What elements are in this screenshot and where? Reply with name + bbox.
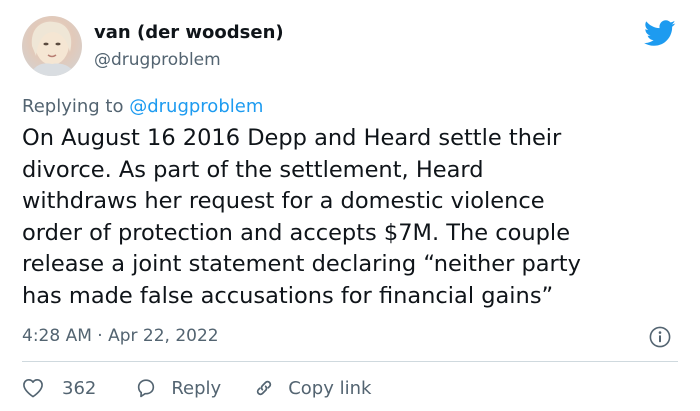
display-name[interactable]: van (der woodsen) bbox=[94, 22, 284, 43]
heart-icon bbox=[22, 378, 44, 398]
tweet-line: withdraws her request for a domestic vio… bbox=[22, 188, 545, 214]
replying-to-prefix: Replying to bbox=[22, 96, 124, 117]
tweet-line: order of protection and accepts $7M. The… bbox=[22, 219, 571, 246]
tweet-time: 4:28 AM bbox=[22, 326, 92, 346]
profile-photo bbox=[30, 21, 76, 76]
avatar[interactable] bbox=[22, 16, 82, 76]
tweet-line: release a joint statement declaring “nei… bbox=[22, 251, 581, 277]
tweet-timestamp[interactable]: 4:28 AM · Apr 22, 2022 bbox=[22, 326, 219, 346]
twitter-bird-icon[interactable] bbox=[644, 20, 676, 47]
tweet-line: has made false accusations for financial… bbox=[22, 282, 554, 309]
like-count: 362 bbox=[62, 377, 97, 399]
link-icon bbox=[253, 377, 275, 399]
mention-link[interactable]: @drugproblem bbox=[129, 96, 263, 117]
action-bar: 362 Reply Copy link bbox=[22, 374, 371, 402]
speech-bubble-icon bbox=[135, 377, 157, 399]
divider bbox=[22, 361, 678, 362]
replying-to: Replying to @drugproblem bbox=[22, 96, 263, 117]
like-button[interactable]: 362 bbox=[22, 378, 96, 399]
info-icon[interactable] bbox=[649, 326, 671, 348]
tweet-date: Apr 22, 2022 bbox=[108, 326, 219, 346]
tweet-line: On August 16 2016 Depp and Heard settle … bbox=[22, 125, 562, 151]
user-handle[interactable]: @drugproblem bbox=[94, 50, 221, 70]
reply-button[interactable]: Reply bbox=[96, 377, 221, 399]
tweet-text: On August 16 2016 Depp and Heard settle … bbox=[22, 123, 687, 312]
meta-separator: · bbox=[97, 326, 103, 346]
reply-label: Reply bbox=[171, 377, 222, 399]
tweet-line: divorce. As part of the settlement, Hear… bbox=[22, 156, 484, 183]
copy-link-label: Copy link bbox=[288, 377, 372, 399]
copy-link-button[interactable]: Copy link bbox=[221, 377, 371, 399]
